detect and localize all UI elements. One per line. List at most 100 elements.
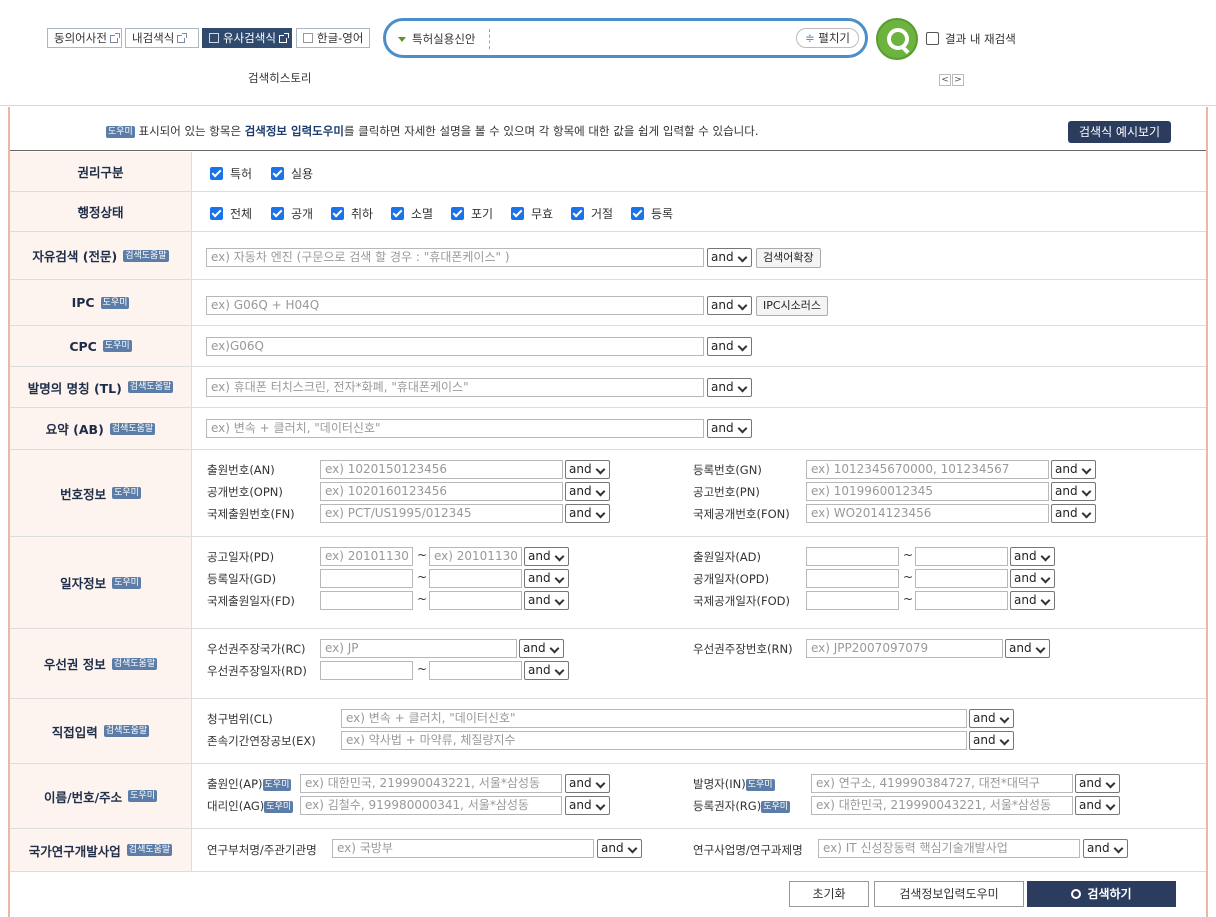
- help-badge-icon[interactable]: 검색도움말: [127, 381, 174, 393]
- application-date-from[interactable]: [806, 547, 899, 566]
- intl-application-date-to[interactable]: [429, 591, 522, 610]
- agent-input[interactable]: ex) 김철수, 919980000341, 서울*삼성동: [300, 796, 562, 815]
- ministry-operator[interactable]: and: [597, 839, 642, 858]
- rights-utility-checkbox[interactable]: 실용: [271, 165, 313, 182]
- inventor-input[interactable]: ex) 연구소, 419990384727, 대전*대덕구: [811, 774, 1073, 793]
- ipc-input[interactable]: ex) G06Q + H04Q: [206, 296, 704, 315]
- status-all-checkbox[interactable]: 전체: [210, 205, 252, 222]
- korean-english-toggle[interactable]: 한글-영어: [296, 28, 370, 48]
- priority-country-operator[interactable]: and: [519, 639, 564, 658]
- extension-operator[interactable]: and: [969, 731, 1014, 750]
- my-queries-button[interactable]: 내검색식: [125, 28, 199, 48]
- status-rejected-checkbox[interactable]: 거절: [571, 205, 613, 222]
- announcement-number-input[interactable]: ex) 1019960012345: [806, 482, 1049, 501]
- help-badge-icon[interactable]: 도우미: [112, 576, 141, 589]
- status-invalid-checkbox[interactable]: 무효: [511, 205, 553, 222]
- application-number-operator[interactable]: and: [565, 460, 610, 479]
- ministry-input[interactable]: ex) 국방부: [332, 839, 594, 858]
- help-badge-icon[interactable]: 도우미: [264, 801, 294, 813]
- applicant-operator[interactable]: and: [565, 774, 610, 793]
- intl-application-number-input[interactable]: ex) PCT/US1995/012345: [320, 504, 563, 523]
- intl-publication-date-operator[interactable]: and: [1010, 591, 1055, 610]
- application-date-to[interactable]: [915, 547, 1008, 566]
- keyword-expand-button[interactable]: 검색어확장: [756, 248, 821, 268]
- help-badge-icon[interactable]: 도우미: [745, 779, 775, 791]
- intl-application-date-from[interactable]: [320, 591, 413, 610]
- registration-date-from[interactable]: [320, 569, 413, 588]
- status-published-checkbox[interactable]: 공개: [271, 205, 313, 222]
- synonym-dictionary-button[interactable]: 동의어사전: [47, 28, 122, 48]
- sample-query-button[interactable]: 검색식 예시보기: [1068, 121, 1172, 143]
- agent-operator[interactable]: and: [565, 796, 610, 815]
- project-operator[interactable]: and: [1083, 839, 1128, 858]
- announcement-date-from[interactable]: ex) 20101130: [320, 547, 413, 566]
- status-withdrawn-checkbox[interactable]: 취하: [331, 205, 373, 222]
- help-badge-icon[interactable]: 도우미: [262, 779, 292, 791]
- chevron-right-icon[interactable]: >: [952, 74, 964, 86]
- status-abandoned-checkbox[interactable]: 포기: [451, 205, 493, 222]
- ipc-thesaurus-button[interactable]: IPC시소러스: [756, 296, 829, 316]
- help-badge-icon[interactable]: 도우미: [761, 801, 791, 813]
- free-search-input[interactable]: ex) 자동차 엔진 (구문으로 검색 할 경우 : "휴대폰케이스" ): [206, 248, 704, 267]
- similar-queries-button[interactable]: 유사검색식: [202, 28, 292, 48]
- claims-operator[interactable]: and: [969, 709, 1014, 728]
- status-extinct-checkbox[interactable]: 소멸: [391, 205, 433, 222]
- publication-date-to[interactable]: [915, 569, 1008, 588]
- registration-number-operator[interactable]: and: [1051, 460, 1096, 479]
- intl-publication-date-from[interactable]: [806, 591, 899, 610]
- cpc-input[interactable]: ex)G06Q: [206, 337, 704, 356]
- priority-number-operator[interactable]: and: [1005, 639, 1050, 658]
- help-badge-icon[interactable]: 도우미: [128, 790, 157, 802]
- announcement-number-operator[interactable]: and: [1051, 482, 1096, 501]
- submit-search-button[interactable]: 검색하기: [1027, 881, 1176, 907]
- help-badge-icon[interactable]: 도우미: [100, 296, 130, 309]
- abstract-input[interactable]: ex) 변속 + 클러치, "데이터신호": [206, 419, 704, 438]
- research-within-results[interactable]: 결과 내 재검색: [926, 31, 1016, 47]
- free-search-operator[interactable]: and: [707, 248, 752, 267]
- priority-date-to[interactable]: [429, 661, 522, 680]
- ipc-operator[interactable]: and: [707, 296, 752, 315]
- status-registered-checkbox[interactable]: 등록: [631, 205, 673, 222]
- title-input[interactable]: ex) 휴대폰 터치스크린, 전자*화폐, "휴대폰케이스": [206, 378, 704, 397]
- cpc-operator[interactable]: and: [707, 337, 752, 356]
- announcement-date-to[interactable]: ex) 20101130: [429, 547, 522, 566]
- project-input[interactable]: ex) IT 신성장동력 핵심기술개발사업: [818, 839, 1080, 858]
- rights-patent-checkbox[interactable]: 특허: [210, 165, 252, 182]
- reset-button[interactable]: 초기화: [789, 881, 869, 907]
- intl-publication-number-input[interactable]: ex) WO2014123456: [806, 504, 1049, 523]
- help-badge-icon[interactable]: 검색도움말: [123, 249, 169, 262]
- application-date-operator[interactable]: and: [1010, 547, 1055, 566]
- title-operator[interactable]: and: [707, 378, 752, 397]
- help-badge-icon[interactable]: 검색도움말: [109, 422, 156, 435]
- research-checkbox[interactable]: [926, 32, 939, 45]
- help-badge-icon[interactable]: 도우미: [112, 487, 141, 499]
- help-badge-icon[interactable]: 검색도움말: [111, 657, 158, 670]
- priority-number-input[interactable]: ex) JPP2007097079: [806, 639, 1003, 658]
- abstract-operator[interactable]: and: [707, 419, 752, 438]
- search-helper-button[interactable]: 검색정보입력도우미: [874, 881, 1024, 907]
- inventor-operator[interactable]: and: [1075, 774, 1120, 793]
- publication-number-input[interactable]: ex) 1020160123456: [320, 482, 563, 501]
- priority-country-input[interactable]: ex) JP: [320, 639, 517, 658]
- rights-holder-operator[interactable]: and: [1075, 796, 1120, 815]
- intl-application-number-operator[interactable]: and: [565, 504, 610, 523]
- intl-application-date-operator[interactable]: and: [524, 591, 569, 610]
- search-type-dropdown[interactable]: 특허실용신안: [398, 31, 475, 47]
- main-search-box[interactable]: 특허실용신안 ≑ 펼치기: [383, 18, 868, 58]
- extension-input[interactable]: ex) 약사법 + 마약류, 체질량지수: [341, 731, 967, 750]
- expand-button[interactable]: ≑ 펼치기: [795, 28, 859, 48]
- intl-publication-number-operator[interactable]: and: [1051, 504, 1096, 523]
- applicant-input[interactable]: ex) 대한민국, 219990043221, 서울*삼성동: [300, 774, 562, 793]
- publication-date-operator[interactable]: and: [1010, 569, 1055, 588]
- intl-publication-date-to[interactable]: [915, 591, 1008, 610]
- rights-holder-input[interactable]: ex) 대한민국, 219990043221, 서울*삼성동: [811, 796, 1073, 815]
- search-button[interactable]: [876, 18, 918, 60]
- help-badge-icon[interactable]: 도우미: [102, 340, 132, 352]
- registration-number-input[interactable]: ex) 1012345670000, 101234567: [806, 460, 1049, 479]
- publication-date-from[interactable]: [806, 569, 899, 588]
- claims-input[interactable]: ex) 변속 + 클러치, "데이터신호": [341, 709, 967, 728]
- publication-number-operator[interactable]: and: [565, 482, 610, 501]
- application-number-input[interactable]: ex) 1020150123456: [320, 460, 563, 479]
- help-badge-icon[interactable]: 검색도움말: [103, 725, 150, 737]
- registration-date-operator[interactable]: and: [524, 569, 569, 588]
